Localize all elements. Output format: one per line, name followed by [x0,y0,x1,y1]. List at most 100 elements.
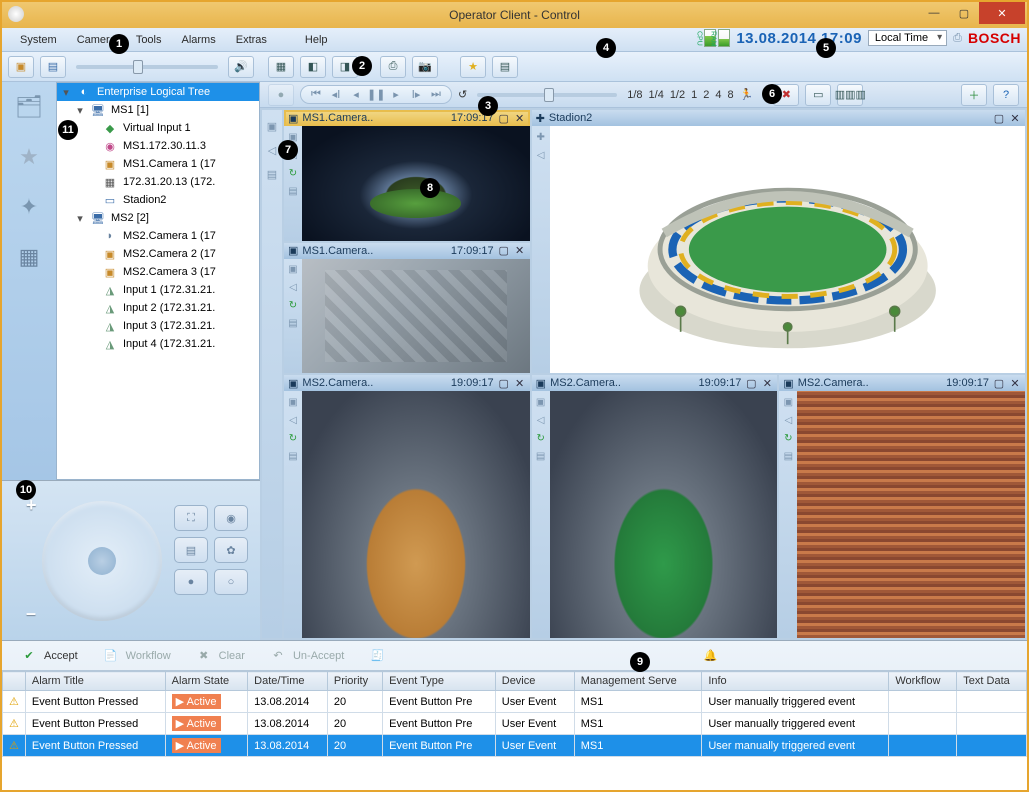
tree-item[interactable]: ◗MS2.Camera 1 (17 [57,227,259,245]
tree-item[interactable]: ▣MS2.Camera 2 (17 [57,245,259,263]
tree-item[interactable]: ▦172.31.20.13 (172. [57,173,259,191]
goto-start-button[interactable]: ⏮ [307,88,325,101]
pane-max-button[interactable]: ▢ [993,112,1005,125]
alarm-doc-button[interactable]: 🧾 [360,644,394,668]
menu-system[interactable]: System [10,31,67,49]
side-film-icon[interactable]: ▤ [286,184,300,198]
camera-pane-4[interactable]: ▣MS2.Camera..19:09:17▢✕ ▣◁↻▤ [284,375,530,638]
ptz-preset-6[interactable]: ○ [214,569,248,595]
play-back-button[interactable]: ◂ [347,88,365,101]
col-priority[interactable]: Priority [327,672,382,691]
pane-close-button[interactable]: ✕ [1009,112,1021,125]
pane-max-button[interactable]: ▢ [993,377,1005,390]
pane-max-button[interactable]: ▢ [498,244,510,257]
ptz-preset-1[interactable]: ⛶ [174,505,208,531]
side-replay-icon[interactable]: ↻ [286,166,300,180]
sequence-button[interactable]: ▤ [492,56,518,78]
ptz-preset-3[interactable]: ▤ [174,537,208,563]
pane-close-button[interactable]: ✕ [1009,377,1021,390]
col-title[interactable]: Alarm Title [25,672,165,691]
tab-compass-icon[interactable]: ✦ [12,192,46,222]
speed-slider[interactable] [477,93,617,97]
camera-pane-1[interactable]: ▣ MS1.Camera.. 17:09:17 ▢ ✕ ▣ ◁ ↻ ▤ [284,110,530,241]
col-mgmtserver[interactable]: Management Serve [574,672,702,691]
run-icon[interactable]: 🏃 [740,88,754,101]
camera-pane-6[interactable]: ▣MS2.Camera..19:09:17▢✕ ▣◁↻▤ [779,375,1025,638]
snapshot-button[interactable]: 📷 [412,56,438,78]
pane-close-button[interactable]: ✕ [761,377,773,390]
tab-tree-icon[interactable]: 🗂 [12,92,46,122]
close-button[interactable]: ✕ [979,2,1025,24]
layout-2-icon[interactable]: ◧ [300,56,326,78]
camera-icon[interactable]: ▣ [8,56,34,78]
tree-item[interactable]: ▣MS1.Camera 1 (17 [57,155,259,173]
col-info[interactable]: Info [702,672,889,691]
tree-root[interactable]: ▾◐ Enterprise Logical Tree [57,83,259,101]
tree-item[interactable]: ◮Input 1 (172.31.21. [57,281,259,299]
tab-grid-icon[interactable]: ▦ [12,242,46,272]
camera-pane-2[interactable]: ✚ Stadion2 ▢ ✕ ✚◁ [532,110,1025,373]
col-device[interactable]: Device [495,672,574,691]
zoom-slider[interactable] [76,65,218,69]
menu-alarms[interactable]: Alarms [172,31,226,49]
print-button[interactable]: ⎙ [380,56,406,78]
strip-film-icon[interactable]: ▤ [264,166,280,182]
tree-node-ms2[interactable]: ▾🖥 MS2 [2] [57,209,259,227]
alarm-row[interactable]: ⚠ Event Button Pressed ▶ Active 13.08.20… [3,691,1027,713]
camera-pane-3[interactable]: ▣ MS1.Camera.. 17:09:17 ▢ ✕ ▣◁↻▤ [284,243,530,374]
maximize-button[interactable]: ▢ [949,2,979,24]
pane-close-button[interactable]: ✕ [514,112,526,125]
record-button[interactable]: ● [268,84,294,106]
strip-cam-icon[interactable]: ▣ [264,118,280,134]
camera-pane-5[interactable]: ▣MS2.Camera..19:09:17▢✕ ▣◁↻▤ [532,375,778,638]
unaccept-button[interactable]: ↶Un-Accept [261,644,350,668]
tree-item[interactable]: ◮Input 2 (172.31.21. [57,299,259,317]
col-datetime[interactable]: Date/Time [248,672,328,691]
tree-item[interactable]: ◆Virtual Input 1 [57,119,259,137]
ptz-preset-2[interactable]: ◉ [214,505,248,531]
minimize-button[interactable]: — [919,2,949,24]
add-pane-button[interactable]: ＋ [961,84,987,106]
alarm-row[interactable]: ⚠ Event Button Pressed ▶ Active 13.08.20… [3,713,1027,735]
accept-button[interactable]: ✔Accept [12,644,84,668]
speaker-icon[interactable]: 🔊 [228,56,254,78]
print-icon[interactable]: ⎙ [953,32,962,45]
loop-icon[interactable]: ↺ [458,88,467,101]
alarm-table[interactable]: Alarm Title Alarm State Date/Time Priori… [2,671,1027,757]
tree-item[interactable]: ◮Input 3 (172.31.21. [57,317,259,335]
help-button[interactable]: ? [993,84,1019,106]
pane-max-button[interactable]: ▢ [498,377,510,390]
logical-tree[interactable]: ▾◐ Enterprise Logical Tree ▾🖥 MS1 [1] ◆V… [56,82,260,480]
alarm-row[interactable]: ⚠ Event Button Pressed ▶ Active 13.08.20… [3,735,1027,757]
col-eventtype[interactable]: Event Type [383,672,496,691]
tab-favorites-icon[interactable]: ★ [12,142,46,172]
play-button[interactable]: ▸ [387,88,405,101]
pause-button[interactable]: ❚❚ [367,88,385,101]
menu-extras[interactable]: Extras [226,31,277,49]
step-back-button[interactable]: ◂Ⅰ [327,88,345,101]
workflow-button[interactable]: 📄Workflow [94,644,177,668]
timezone-select[interactable]: Local Time [868,30,947,46]
tree-item[interactable]: ▭Stadion2 [57,191,259,209]
col-state[interactable]: Alarm State [165,672,248,691]
layout-1-icon[interactable]: ▦ [268,56,294,78]
tree-item[interactable]: ◮Input 4 (172.31.21. [57,335,259,353]
ptz-preset-4[interactable]: ✿ [214,537,248,563]
menu-help[interactable]: Help [295,31,338,49]
bell-button[interactable]: 🔔 [694,644,728,668]
goto-end-button[interactable]: ⏭ [427,88,445,101]
pane-max-button[interactable]: ▢ [745,377,757,390]
film-icon[interactable]: ▤ [40,56,66,78]
col-textdata[interactable]: Text Data [957,672,1027,691]
tree-item[interactable]: ▣MS2.Camera 3 (17 [57,263,259,281]
ptz-preset-5[interactable]: ● [174,569,208,595]
pane-close-button[interactable]: ✕ [514,377,526,390]
tree-item[interactable]: ◉MS1.172.30.11.3 [57,137,259,155]
col-workflow[interactable]: Workflow [889,672,957,691]
pane-close-button[interactable]: ✕ [514,244,526,257]
clear-button[interactable]: ✖Clear [187,644,251,668]
step-fwd-button[interactable]: Ⅰ▸ [407,88,425,101]
pane-max-button[interactable]: ▢ [498,112,510,125]
menu-tools[interactable]: Tools [126,31,172,49]
layout-bar-icon[interactable]: ▥▥▥ [837,84,863,106]
